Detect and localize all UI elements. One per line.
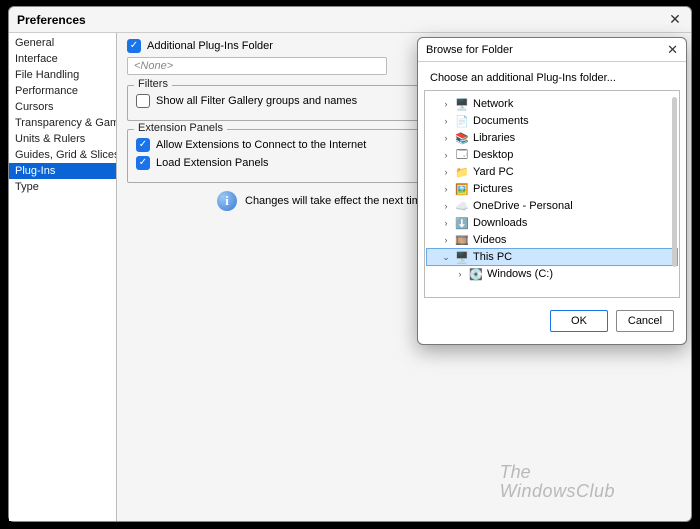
watermark-line2: WindowsClub [500,482,615,501]
tree-item-network[interactable]: › 🖥️ Network [427,96,677,112]
filters-legend: Filters [134,78,172,90]
tree-item-label: Pictures [473,183,513,195]
sidebar-item-cursors[interactable]: Cursors [9,99,116,115]
tree-item-onedrive-personal[interactable]: › ☁️ OneDrive - Personal [427,198,677,214]
tree-item-label: Yard PC [473,166,514,178]
chevron-right-icon[interactable]: › [441,201,451,211]
sidebar-item-units-rulers[interactable]: Units & Rulers [9,131,116,147]
browse-subtitle: Choose an additional Plug-Ins folder... [418,62,686,90]
sidebar: GeneralInterfaceFile HandlingPerformance… [9,33,117,521]
tree-item-libraries[interactable]: › 📚 Libraries [427,130,677,146]
folder-icon: 📄 [455,114,469,128]
tree-item-yard-pc[interactable]: › 📁 Yard PC [427,164,677,180]
additional-plugins-checkbox[interactable] [127,39,141,53]
chevron-right-icon[interactable]: › [441,218,451,228]
browse-titlebar: Browse for Folder ✕ [418,38,686,62]
tree-item-label: OneDrive - Personal [473,200,573,212]
tree-item-videos[interactable]: › 🎞️ Videos [427,232,677,248]
chevron-right-icon[interactable]: › [441,150,451,160]
ok-button[interactable]: OK [550,310,608,332]
cancel-button[interactable]: Cancel [616,310,674,332]
watermark-line1: The [500,463,615,482]
folder-tree: › 🖥️ Network › 📄 Documents › 📚 Libraries › 🗔 Deskto… [424,90,680,298]
info-icon: i [217,191,237,211]
tree-item-windows-c-[interactable]: › 💽 Windows (C:) [427,266,677,282]
folder-icon: ☁️ [455,199,469,213]
window-title: Preferences [17,13,86,27]
show-filter-gallery-label: Show all Filter Gallery groups and names [156,95,357,107]
additional-plugins-label: Additional Plug-Ins Folder [147,40,273,52]
tree-item-label: This PC [473,251,512,263]
allow-extensions-label: Allow Extensions to Connect to the Inter… [156,139,366,151]
load-panels-checkbox[interactable] [136,156,150,170]
plugins-folder-path[interactable]: <None> [127,57,387,75]
tree-item-label: Libraries [473,132,515,144]
tree-item-documents[interactable]: › 📄 Documents [427,113,677,129]
sidebar-item-file-handling[interactable]: File Handling [9,67,116,83]
chevron-right-icon[interactable]: › [441,99,451,109]
tree-item-label: Downloads [473,217,527,229]
info-note-text: Changes will take effect the next time y… [245,195,442,207]
folder-icon: 🖼️ [455,182,469,196]
extension-panels-legend: Extension Panels [134,122,227,134]
watermark: The WindowsClub [500,463,615,501]
sidebar-item-guides-grid-slices[interactable]: Guides, Grid & Slices [9,147,116,163]
chevron-right-icon[interactable]: › [441,184,451,194]
folder-icon: 📁 [455,165,469,179]
tree-item-pictures[interactable]: › 🖼️ Pictures [427,181,677,197]
sidebar-item-transparency-gamut[interactable]: Transparency & Gamut [9,115,116,131]
close-icon[interactable]: ✕ [667,11,683,28]
allow-extensions-checkbox[interactable] [136,138,150,152]
tree-item-downloads[interactable]: › ⬇️ Downloads [427,215,677,231]
chevron-right-icon[interactable]: › [441,116,451,126]
chevron-right-icon[interactable]: › [441,167,451,177]
chevron-right-icon[interactable]: › [441,235,451,245]
browse-folder-dialog: Browse for Folder ✕ Choose an additional… [417,37,687,345]
chevron-down-icon[interactable]: ⌄ [441,252,451,263]
titlebar: Preferences ✕ [9,7,691,33]
folder-icon: 📚 [455,131,469,145]
folder-icon: 🖥️ [455,250,469,264]
tree-item-label: Network [473,98,513,110]
sidebar-item-interface[interactable]: Interface [9,51,116,67]
folder-icon: 🗔 [455,148,469,162]
tree-item-label: Documents [473,115,529,127]
load-panels-label: Load Extension Panels [156,157,269,169]
chevron-right-icon[interactable]: › [455,269,465,279]
tree-scrollbar[interactable] [672,97,677,267]
tree-item-label: Windows (C:) [487,268,553,280]
show-filter-gallery-checkbox[interactable] [136,94,150,108]
browse-title: Browse for Folder [426,44,513,56]
folder-icon: ⬇️ [455,216,469,230]
browse-buttons: OK Cancel [418,302,686,344]
folder-icon: 🎞️ [455,233,469,247]
folder-icon: 💽 [469,267,483,281]
sidebar-item-performance[interactable]: Performance [9,83,116,99]
sidebar-item-general[interactable]: General [9,35,116,51]
tree-item-this-pc[interactable]: ⌄ 🖥️ This PC [427,249,677,265]
browse-close-icon[interactable]: ✕ [667,42,678,58]
chevron-right-icon[interactable]: › [441,133,451,143]
sidebar-item-plug-ins[interactable]: Plug-Ins [9,163,116,179]
folder-icon: 🖥️ [455,97,469,111]
tree-item-label: Videos [473,234,506,246]
tree-item-desktop[interactable]: › 🗔 Desktop [427,147,677,163]
tree-item-label: Desktop [473,149,513,161]
sidebar-item-type[interactable]: Type [9,179,116,195]
